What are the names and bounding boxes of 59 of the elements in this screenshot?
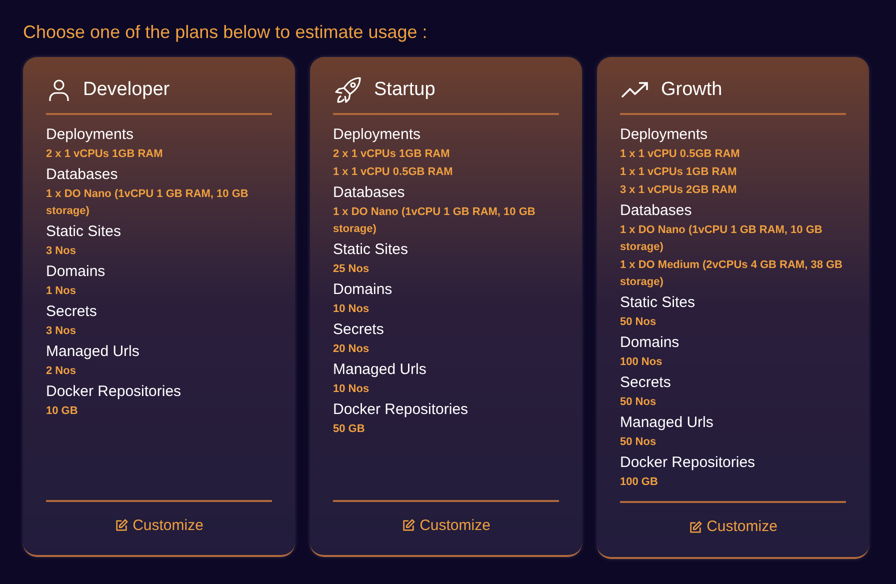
- spec-value: 20 Nos: [333, 342, 370, 357]
- spec-label: Databases: [620, 201, 693, 221]
- spec-value: 1 x DO Nano (1vCPU 1 GB RAM, 10 GB storage): [333, 205, 536, 237]
- spec-value: 50 Nos: [620, 315, 658, 330]
- spec-value: 50 Nos: [620, 395, 658, 410]
- spec-value: 1 x DO Nano (1vCPU 1 GB RAM, 10 GB storage): [46, 187, 250, 219]
- spec-label: Static Sites: [46, 222, 122, 242]
- spec-label: Managed Urls: [46, 342, 140, 362]
- spec-label: Secrets: [46, 302, 98, 322]
- spec-value: 50 Nos: [620, 435, 658, 450]
- trend-up-icon: [621, 81, 649, 99]
- spec-label: Deployments: [620, 125, 709, 145]
- spec-value: 3 Nos: [46, 324, 77, 339]
- spec-label: Deployments: [333, 125, 422, 145]
- spec-value: 10 GB: [46, 404, 79, 419]
- spec-label: Docker Repositories: [333, 400, 470, 420]
- rocket-icon: [334, 76, 362, 104]
- spec-value: 1 x 1 vCPU 0.5GB RAM: [333, 165, 454, 180]
- spec-value: 1 Nos: [46, 284, 77, 299]
- edit-icon: [402, 519, 415, 532]
- spec-value: 1 x DO Nano (1vCPU 1 GB RAM, 10 GB storage): [620, 223, 824, 255]
- spec-value: 100 GB: [620, 475, 659, 490]
- spec-label: Domains: [620, 333, 680, 353]
- spec-value: 1 x DO Medium (2vCPUs 4 GB RAM, 38 GB storage): [620, 258, 844, 290]
- customize-button[interactable]: Customize: [114, 514, 204, 537]
- spec-label: Static Sites: [620, 293, 696, 313]
- spec-label: Docker Repositories: [620, 453, 756, 473]
- customize-button[interactable]: Customize: [688, 516, 778, 538]
- spec-label: Managed Urls: [333, 360, 428, 380]
- spec-value: 1 x 1 vCPUs 1GB RAM: [620, 165, 738, 180]
- spec-label: Secrets: [333, 320, 385, 340]
- plan-title: Developer: [83, 78, 170, 102]
- spec-value: 2 Nos: [46, 364, 77, 379]
- spec-label: Static Sites: [333, 240, 410, 260]
- page-heading: Choose one of the plans below to estimate usage :: [23, 21, 428, 44]
- spec-label: Databases: [46, 165, 119, 185]
- spec-value: 1 x 1 vCPU 0.5GB RAM: [620, 147, 741, 162]
- spec-value: 10 Nos: [333, 382, 370, 397]
- customize-button[interactable]: Customize: [402, 514, 490, 537]
- spec-value: 3 x 1 vCPUs 2GB RAM: [620, 183, 738, 198]
- spec-value: 100 Nos: [620, 355, 664, 370]
- spec-label: Deployments: [46, 125, 135, 145]
- spec-label: Secrets: [620, 373, 672, 393]
- spec-value: 10 Nos: [333, 302, 370, 317]
- person-icon: [47, 78, 71, 102]
- spec-value: 2 x 1 vCPUs 1GB RAM: [333, 147, 451, 162]
- spec-label: Databases: [333, 183, 406, 203]
- spec-value: 3 Nos: [46, 244, 77, 259]
- edit-icon: [114, 519, 128, 532]
- spec-label: Domains: [333, 280, 394, 300]
- spec-value: 50 GB: [333, 422, 366, 437]
- spec-value: 25 Nos: [333, 262, 370, 277]
- spec-label: Managed Urls: [620, 413, 714, 433]
- edit-icon: [688, 520, 702, 534]
- spec-value: 2 x 1 vCPUs 1GB RAM: [46, 147, 164, 162]
- plan-title: Growth: [661, 78, 722, 102]
- plan-title: Startup: [374, 78, 436, 102]
- spec-label: Domains: [46, 262, 106, 282]
- spec-label: Docker Repositories: [46, 382, 182, 402]
